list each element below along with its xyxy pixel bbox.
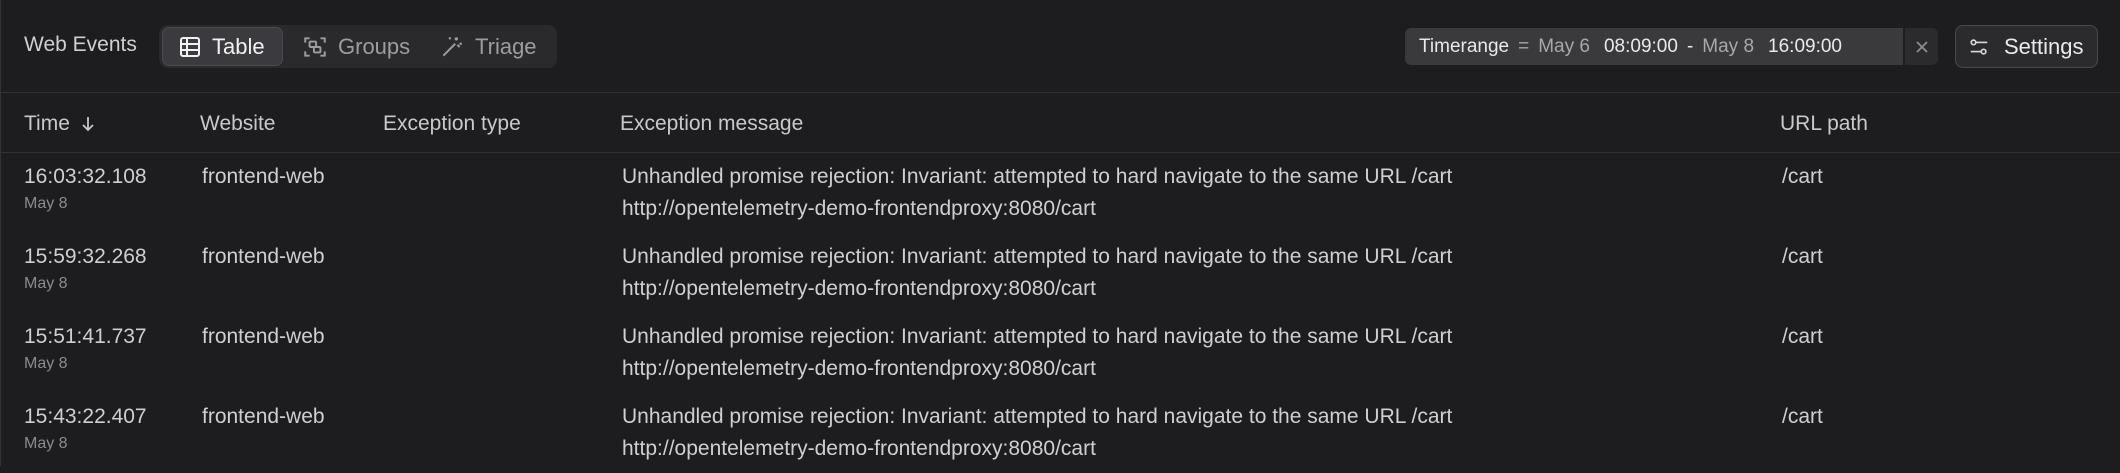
filter-operator: =: [1518, 35, 1530, 57]
triage-wand-icon: [442, 36, 462, 56]
cell-url-path: /cart: [1782, 405, 1823, 428]
cell-exception-message: Unhandled promise rejection: Invariant: …: [622, 161, 1452, 225]
tab-triage[interactable]: Triage: [437, 27, 555, 66]
cell-date: May 8: [24, 275, 68, 292]
column-exception-type-label: Exception type: [383, 112, 521, 135]
filter-start-date: May 6: [1538, 35, 1590, 57]
filter-start-time: 08:09:00: [1603, 35, 1678, 57]
cell-time: 15:51:41.737: [24, 325, 147, 348]
cell-exception-message: Unhandled promise rejection: Invariant: …: [622, 241, 1452, 305]
web-events-view: Web Events Table Groups Triage Timerange…: [0, 0, 2120, 466]
cell-url-path: /cart: [1782, 165, 1823, 188]
tab-table-label: Table: [212, 33, 265, 59]
message-url: http://opentelemetry-demo-frontendproxy:…: [622, 437, 1096, 460]
cell-time: 15:59:32.268: [24, 245, 147, 268]
column-time[interactable]: Time: [24, 112, 96, 136]
cell-date: May 8: [24, 195, 68, 212]
groups-icon: [304, 36, 326, 57]
cell-url-path: /cart: [1782, 325, 1823, 348]
tab-groups[interactable]: Groups: [297, 27, 417, 66]
cell-time: 16:03:32.108: [24, 165, 147, 188]
cell-website: frontend-web: [202, 245, 325, 268]
table-header: Time Website Exception type Exception me…: [1, 93, 2120, 153]
cell-time: 15:43:22.407: [24, 405, 147, 428]
sliders-icon: [1970, 38, 1988, 55]
message-line: Unhandled promise rejection: Invariant: …: [622, 165, 1453, 188]
settings-label: Settings: [2004, 33, 2084, 59]
message-line: Unhandled promise rejection: Invariant: …: [622, 405, 1453, 428]
column-url-path[interactable]: URL path: [1780, 112, 1868, 136]
table-row[interactable]: 15:51:41.737 May 8 frontend-web Unhandle…: [1, 313, 2120, 393]
table-row[interactable]: 16:03:32.108 May 8 frontend-web Unhandle…: [1, 153, 2120, 233]
filter-key: Timerange: [1419, 35, 1510, 57]
column-url-path-label: URL path: [1780, 112, 1868, 135]
message-url: http://opentelemetry-demo-frontendproxy:…: [622, 357, 1096, 380]
table-row[interactable]: 15:43:22.407 May 8 frontend-web Unhandle…: [1, 393, 2120, 473]
cell-website: frontend-web: [202, 325, 325, 348]
column-time-label: Time: [24, 112, 70, 135]
cell-website: frontend-web: [202, 165, 325, 188]
tab-groups-label: Groups: [338, 33, 411, 59]
cell-date: May 8: [24, 355, 68, 372]
page-title: Web Events: [24, 33, 137, 56]
tab-triage-label: Triage: [475, 33, 537, 59]
message-line: Unhandled promise rejection: Invariant: …: [622, 245, 1453, 268]
message-url: http://opentelemetry-demo-frontendproxy:…: [622, 197, 1096, 220]
column-exception-message-label: Exception message: [620, 112, 804, 135]
message-line: Unhandled promise rejection: Invariant: …: [622, 325, 1453, 348]
settings-button[interactable]: Settings: [1955, 25, 2098, 68]
filter-separator: -: [1686, 35, 1694, 57]
cell-url-path: /cart: [1782, 245, 1823, 268]
cell-exception-message: Unhandled promise rejection: Invariant: …: [622, 401, 1452, 465]
view-switcher: Table Groups Triage: [159, 25, 557, 68]
filter-end-time: 16:09:00: [1768, 35, 1842, 57]
arrow-down-icon: [82, 117, 94, 132]
column-website-label: Website: [200, 112, 276, 135]
filter-end-date: May 8: [1702, 35, 1755, 57]
timerange-filter-chip[interactable]: Timerange = May 6 08:09:00 - May 8 16:09…: [1405, 28, 1903, 65]
close-icon: [1915, 40, 1928, 53]
column-exception-type[interactable]: Exception type: [383, 112, 521, 136]
message-url: http://opentelemetry-demo-frontendproxy:…: [622, 277, 1096, 300]
column-exception-message[interactable]: Exception message: [620, 112, 803, 136]
cell-exception-message: Unhandled promise rejection: Invariant: …: [622, 321, 1452, 385]
filter-close-button[interactable]: [1905, 28, 1938, 65]
table-icon: [180, 36, 200, 57]
tab-table[interactable]: Table: [162, 27, 283, 66]
column-website[interactable]: Website: [200, 112, 275, 136]
toolbar: Web Events Table Groups Triage Timerange…: [1, 0, 2120, 93]
table-row[interactable]: 15:59:32.268 May 8 frontend-web Unhandle…: [1, 233, 2120, 313]
cell-website: frontend-web: [202, 405, 325, 428]
cell-date: May 8: [24, 435, 68, 452]
